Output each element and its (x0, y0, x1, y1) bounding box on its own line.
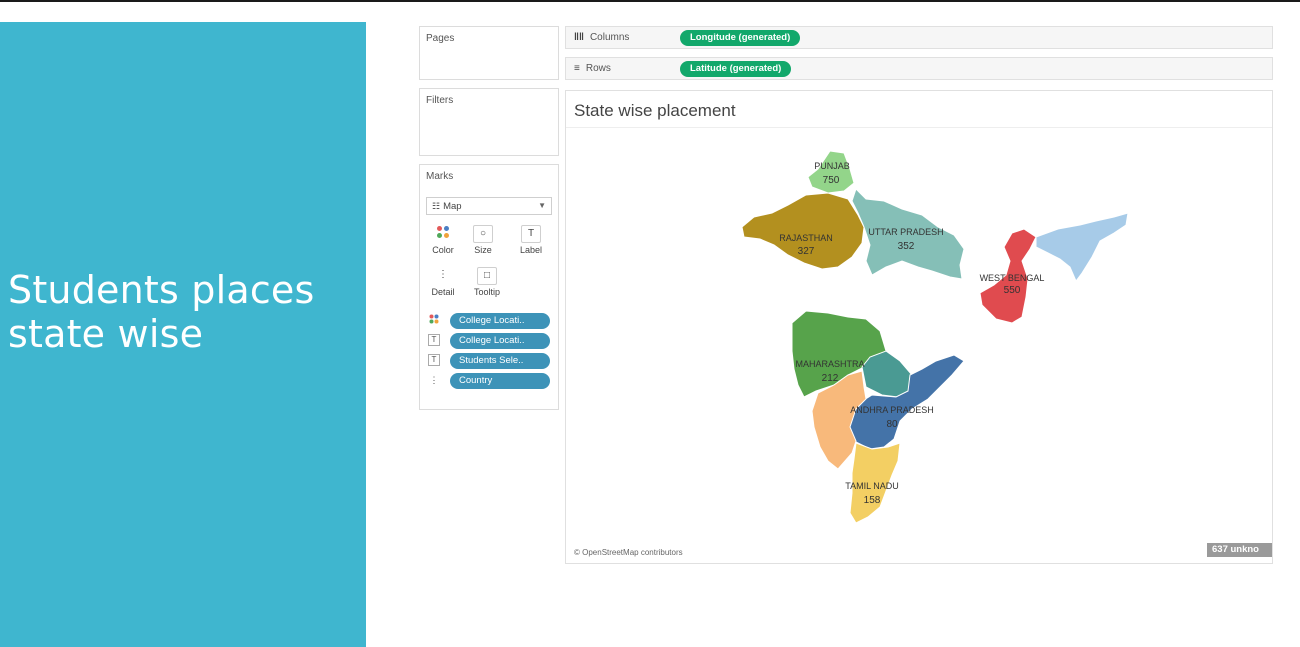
field-pill[interactable]: College Locati.. (450, 313, 550, 329)
color-button-label: Color (432, 245, 454, 255)
state-label-value: 327 (798, 246, 815, 257)
map-attribution[interactable]: © OpenStreetMap contributors (574, 548, 683, 557)
state-punjab[interactable] (807, 150, 855, 194)
state-label-name: RAJASTHAN (779, 233, 833, 243)
chevron-down-icon: ▼ (538, 201, 546, 210)
viz-title: State wise placement (574, 101, 736, 120)
rows-shelf[interactable]: ≡ Rows Latitude (generated) (565, 57, 1273, 80)
detail-icon: ⋮ (438, 269, 448, 280)
divider (566, 127, 1272, 128)
state-label-value: 750 (823, 175, 840, 186)
pages-label: Pages (426, 33, 455, 44)
map-view: State wise placement PUNJAB 750 RAJASTHA… (565, 90, 1273, 564)
map-mark-icon: ☷ (432, 201, 441, 211)
filters-label: Filters (426, 95, 454, 106)
mark-type-value: Map (443, 201, 462, 212)
state-label-name: MAHARASHTRA (795, 359, 864, 369)
columns-label: ‖‖ Columns (574, 32, 629, 43)
field-pill[interactable]: Country (450, 373, 550, 389)
detail-icon: ⋮ (429, 375, 439, 385)
tableau-worksheet: Pages Filters Marks ☷ Map ▼ Color ○ Size … (417, 24, 1275, 564)
region-telangana[interactable] (861, 350, 913, 398)
label-icon: T (428, 334, 440, 346)
label-icon: T (521, 225, 541, 243)
unknown-values-badge[interactable]: 637 unkno (1207, 543, 1272, 557)
state-label-name: WEST BENGAL (980, 273, 1045, 283)
longitude-pill[interactable]: Longitude (generated) (680, 30, 801, 46)
state-label-name: ANDHRA PRADESH (850, 405, 934, 415)
slide-title: Students places state wise (8, 268, 315, 356)
size-button[interactable]: ○ Size (466, 223, 500, 261)
state-label-value: 352 (898, 241, 915, 252)
state-label-name: TAMIL NADU (845, 481, 899, 491)
color-icon (428, 314, 440, 326)
state-label-name: UTTAR PRADESH (868, 227, 943, 237)
detail-button-label: Detail (431, 287, 455, 297)
mark-type-dropdown[interactable]: ☷ Map ▼ (426, 197, 552, 215)
marks-label: Marks (426, 171, 454, 182)
field-pill[interactable]: College Locati.. (450, 333, 550, 349)
detail-button[interactable]: ⋮ Detail (426, 265, 460, 303)
state-label-value: 550 (1004, 285, 1021, 296)
columns-icon: ‖‖ (574, 32, 584, 43)
color-icon (433, 225, 453, 243)
tooltip-button-label: Tooltip (473, 287, 500, 297)
region-north-east[interactable] (1035, 212, 1129, 282)
label-button[interactable]: T Label (514, 223, 548, 261)
marks-card: Marks ☷ Map ▼ Color ○ Size T Label ⋮ Deta… (419, 164, 559, 410)
state-label-value: 212 (822, 373, 839, 384)
columns-shelf[interactable]: ‖‖ Columns Longitude (generated) (565, 26, 1273, 49)
slide-title-panel: Students places state wise (0, 22, 366, 647)
tooltip-button[interactable]: □ Tooltip (470, 265, 504, 303)
top-border-line (0, 0, 1300, 2)
state-label-value: 80 (886, 419, 898, 430)
filters-card[interactable]: Filters (419, 88, 559, 156)
color-button[interactable]: Color (426, 223, 460, 261)
latitude-pill[interactable]: Latitude (generated) (680, 61, 792, 77)
columns-label-text: Columns (589, 32, 630, 43)
rows-icon: ≡ (574, 63, 580, 74)
size-button-label: Size (474, 245, 492, 255)
state-rajasthan[interactable] (741, 192, 865, 270)
state-label-name: PUNJAB (814, 161, 850, 171)
size-icon: ○ (473, 225, 493, 243)
state-label-value: 158 (864, 495, 881, 506)
pages-card[interactable]: Pages (419, 26, 559, 80)
rows-label: ≡ Rows (574, 63, 611, 74)
label-button-label: Label (519, 245, 543, 255)
rows-label-text: Rows (585, 63, 611, 74)
tooltip-icon: □ (477, 267, 497, 285)
field-pill[interactable]: Students Sele.. (450, 353, 550, 369)
label-icon: T (428, 354, 440, 366)
state-map[interactable]: PUNJAB 750 RAJASTHAN 327 UTTAR PRADESH 3… (566, 129, 1272, 549)
